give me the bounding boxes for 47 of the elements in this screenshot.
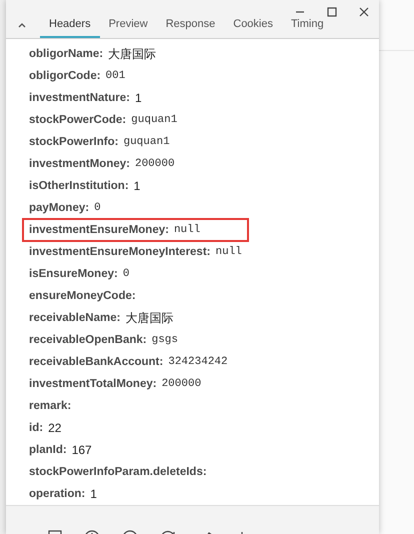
field-value: 167	[72, 443, 92, 457]
field-name: investmentTotalMoney:	[29, 378, 157, 390]
field-name: obligorName:	[29, 48, 104, 60]
field-value: 1	[134, 91, 142, 105]
field-name: investmentEnsureMoneyInterest:	[29, 246, 210, 258]
close-icon[interactable]	[359, 7, 369, 17]
field-name: stockPowerCode:	[29, 114, 126, 126]
field-name: receivableBankAccount:	[29, 356, 164, 368]
field-value: 200000	[134, 158, 175, 170]
field-value: 大唐国际	[125, 310, 174, 326]
field-name: investmentMoney:	[29, 158, 130, 170]
field-name: investmentNature:	[29, 92, 130, 104]
tab[interactable]: Preview	[100, 18, 157, 38]
field-name: isEnsureMoney:	[29, 268, 118, 280]
field-value: gsgs	[152, 334, 178, 346]
field-value: guquan1	[131, 114, 178, 126]
field-value: guquan1	[123, 136, 170, 148]
field-value: 0	[122, 268, 130, 280]
field-name: planId:	[29, 444, 67, 456]
field-value: 22	[48, 421, 62, 435]
field-value: 0	[94, 202, 101, 214]
field-value: 大唐国际	[108, 46, 156, 62]
field-name: receivableOpenBank:	[29, 334, 147, 346]
field-value: 200000	[162, 378, 202, 390]
field-name: receivableName:	[29, 312, 120, 324]
field-name: stockPowerInfo:	[29, 136, 118, 148]
field-value: 001	[106, 70, 126, 82]
tab[interactable]: Timing	[282, 18, 333, 38]
field-name: obligorCode:	[29, 70, 101, 82]
tab[interactable]: Cookies	[224, 18, 282, 38]
field-name: ensureMoneyCode:	[29, 290, 136, 302]
field-value: 324234242	[168, 356, 228, 368]
field-name: stockPowerInfoParam.deleteIds:	[29, 466, 207, 478]
field-name: payMoney:	[29, 202, 90, 214]
field-name: id:	[29, 422, 44, 434]
field-name: investmentEnsureMoney:	[29, 224, 169, 236]
field-value: null	[174, 224, 200, 236]
field-name: remark:	[29, 400, 72, 412]
tab[interactable]: Headers	[40, 18, 100, 38]
maximize-icon[interactable]	[327, 7, 337, 17]
field-name: operation:	[29, 488, 86, 500]
field-value: null	[216, 246, 242, 258]
tab[interactable]: Response	[156, 18, 224, 38]
field-name: isOtherInstitution:	[29, 180, 129, 192]
field-value: 1	[90, 487, 97, 501]
field-value: 1	[134, 179, 140, 193]
collapse-icon[interactable]	[18, 22, 26, 28]
